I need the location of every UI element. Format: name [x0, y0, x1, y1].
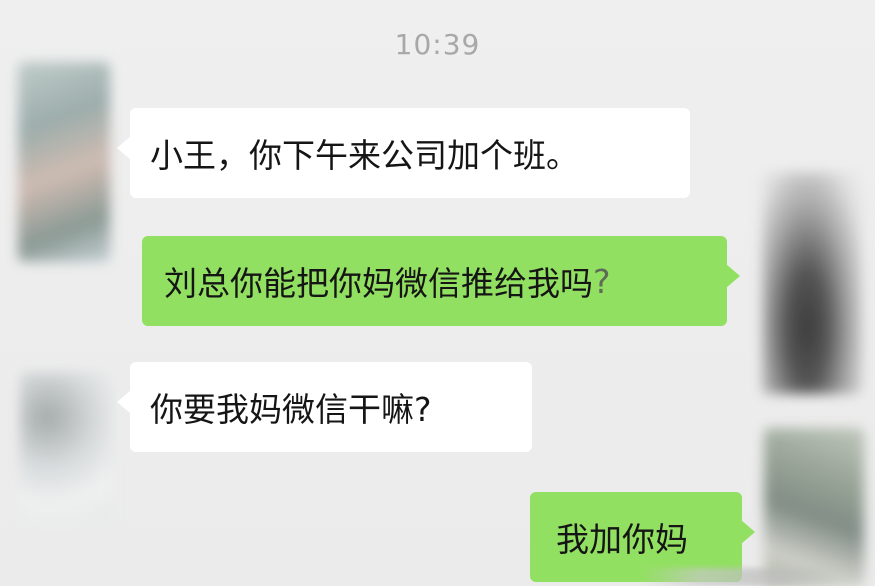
contact-avatar[interactable]	[20, 372, 112, 522]
message-text: 刘总你能把你妈微信推给我吗	[164, 264, 593, 303]
watermark-blur	[640, 568, 840, 586]
message-text-suffix: ?	[593, 261, 611, 301]
incoming-message-bubble[interactable]: 你要我妈微信干嘛?	[117, 362, 532, 452]
contact-avatar[interactable]	[18, 62, 110, 262]
self-avatar[interactable]	[764, 428, 864, 586]
message-timestamp: 10:39	[394, 28, 481, 61]
message-text: 小王，你下午来公司加个班。	[150, 136, 579, 175]
incoming-message-bubble[interactable]: 小王，你下午来公司加个班。	[117, 108, 690, 198]
outgoing-message-bubble[interactable]: 刘总你能把你妈微信推给我吗?	[142, 236, 740, 326]
chat-window: 10:39 小王，你下午来公司加个班。 刘总你能把你妈微信推给我吗? 你要我妈微…	[0, 0, 875, 586]
message-text: 你要我妈微信干嘛?	[150, 390, 432, 429]
self-avatar[interactable]	[762, 172, 862, 394]
message-text: 我加你妈	[556, 520, 688, 559]
